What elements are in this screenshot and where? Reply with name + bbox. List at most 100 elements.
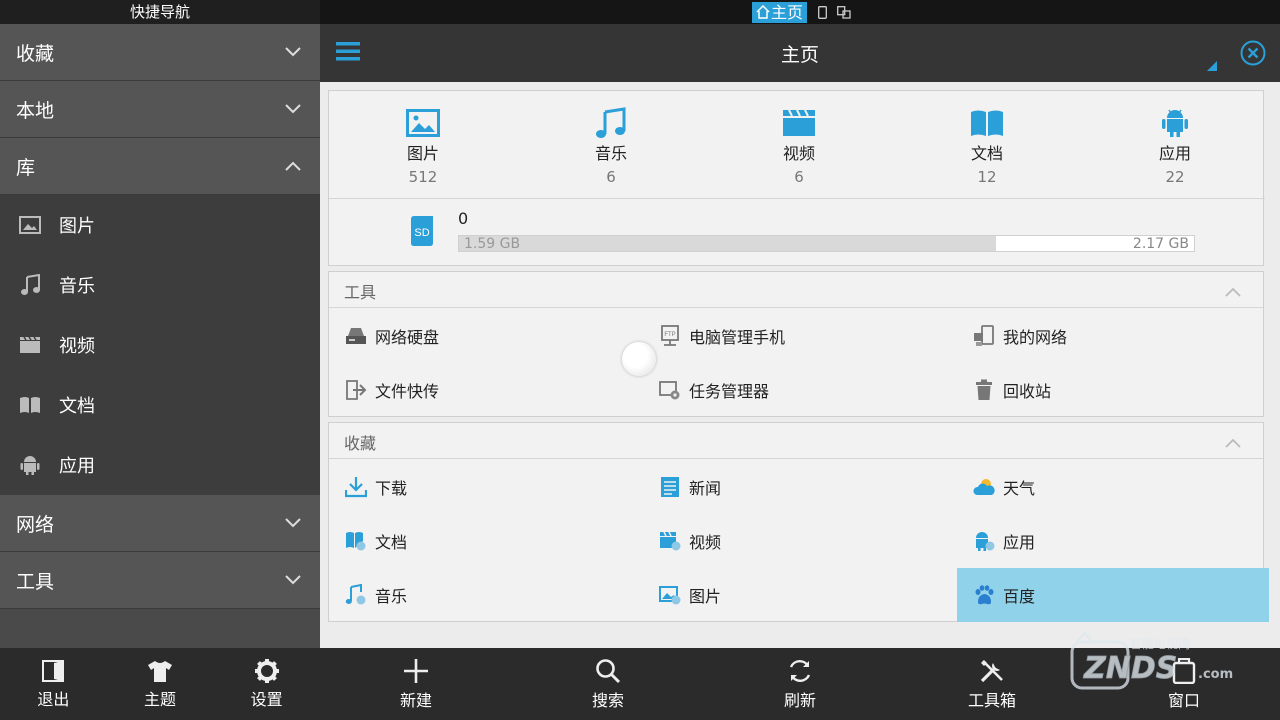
library-item-label: 应用 [1158,144,1191,163]
sidebar-section-tools[interactable]: 工具 [0,552,320,609]
sidebar-section-favorites[interactable]: 收藏 [0,24,320,81]
search-label: 搜索 [591,691,624,710]
chevron-down-icon [282,41,304,63]
znds-watermark-logo: 智能电视网 ZNDS .com [1070,631,1233,690]
sidebar-section-library[interactable]: 库 [0,138,320,195]
file-transfer-icon [345,379,367,401]
refresh-button[interactable]: 刷新 [704,648,896,720]
sidebar-section-label: 收藏 [16,42,55,65]
favorite-pictures[interactable]: 图片 [643,568,955,622]
tool-recycle-bin[interactable]: 回收站 [957,363,1269,417]
status-bar: 主页 [320,0,1280,24]
news-icon [659,476,681,498]
search-button[interactable]: 搜索 [512,648,704,720]
storage-name: 0 [458,209,469,228]
sidebar-section-label: 网络 [16,513,55,536]
loading-spinner [622,342,656,376]
sidebar-title: 快捷导航 [0,0,320,24]
library-item-pictures[interactable]: 图片 512 [363,107,483,189]
favorite-label: 文档 [375,533,408,552]
plus-icon [402,657,430,685]
status-window-switcher: 主页 [752,1,851,23]
close-icon[interactable] [1240,40,1266,66]
theme-label: 主题 [144,690,177,709]
image-icon [18,213,42,237]
favorite-documents[interactable]: 文档 [329,514,641,568]
library-item-documents[interactable]: 文档 12 [927,107,1047,189]
favorite-label: 应用 [1003,533,1036,552]
library-item-count: 12 [977,168,997,186]
chevron-up-icon [1225,433,1243,448]
favorite-video[interactable]: 视频 [643,514,955,568]
storage-row[interactable]: SD 0 1.59 GB 2.17 GB [329,199,1265,266]
refresh-label: 刷新 [783,691,816,710]
sidebar-item-apps[interactable]: 应用 [0,435,320,495]
favorite-baidu[interactable]: 百度 [957,568,1269,622]
status-home-tab[interactable]: 主页 [752,1,808,23]
favorites-card: 收藏 下载 新闻 天气 文档 视频 应用 音乐 图片 百度 [328,422,1269,622]
favorite-music[interactable]: 音乐 [329,568,641,622]
refresh-icon [786,657,814,685]
status-home-label: 主页 [771,2,804,22]
sidebar-item-video[interactable]: 视频 [0,315,320,375]
favorites-title: 收藏 [344,434,377,453]
music-icon [18,273,42,297]
exit-icon [40,658,66,684]
tool-pc-manage-phone[interactable]: FTP 电脑管理手机 [643,309,955,363]
favorite-apps[interactable]: 应用 [957,514,1269,568]
library-item-video[interactable]: 视频 6 [739,107,859,189]
toolbox-label: 工具箱 [967,691,1016,710]
tool-label: 任务管理器 [689,382,770,401]
new-button[interactable]: 新建 [320,648,512,720]
corner-triangle-icon [1207,61,1217,71]
favorite-label: 视频 [689,533,722,552]
multi-window-icon[interactable] [837,4,851,20]
favorite-label: 新闻 [689,479,722,498]
exit-button[interactable]: 退出 [0,648,107,720]
book-web-icon [345,530,367,552]
favorite-weather[interactable]: 天气 [957,460,1269,514]
tool-my-network[interactable]: 我的网络 [957,309,1269,363]
sidebar-library-list: 图片 音乐 视频 文档 应用 [0,195,320,495]
library-item-apps[interactable]: 应用 22 [1115,107,1235,189]
image-web-icon [659,584,681,606]
toolbox-button[interactable]: 工具箱 [896,648,1088,720]
header: 主页 [320,24,1280,82]
favorite-label: 下载 [375,479,408,498]
home-icon [756,5,770,19]
sidebar-section-local[interactable]: 本地 [0,81,320,138]
tool-label: 我的网络 [1003,328,1068,347]
library-item-label: 图片 [406,144,439,163]
favorite-label: 百度 [1003,587,1036,606]
storage-usage-bar: 1.59 GB 2.17 GB [458,235,1195,252]
new-label: 新建 [399,691,432,710]
sidebar-item-documents[interactable]: 文档 [0,375,320,435]
phone-icon[interactable] [815,4,829,20]
tool-task-manager[interactable]: 任务管理器 [643,363,955,417]
chevron-up-icon [1225,282,1243,297]
tool-cloud-drive[interactable]: 网络硬盘 [329,309,641,363]
window-label: 窗口 [1167,691,1200,710]
sidebar-item-music[interactable]: 音乐 [0,255,320,315]
sd-card-icon: SD [409,215,435,247]
favorite-download[interactable]: 下载 [329,460,641,514]
chevron-down-icon [282,98,304,120]
settings-button[interactable]: 设置 [213,648,320,720]
gear-icon [254,658,280,684]
video-web-icon [659,530,681,552]
storage-total: 2.17 GB [1132,236,1189,252]
sidebar-item-label: 应用 [59,456,95,477]
favorite-news[interactable]: 新闻 [643,460,955,514]
tool-file-transfer[interactable]: 文件快传 [329,363,641,417]
tools-header[interactable]: 工具 [329,272,1263,308]
chevron-down-icon [282,512,304,534]
theme-button[interactable]: 主题 [107,648,214,720]
library-item-music[interactable]: 音乐 6 [551,107,671,189]
tools-card: 工具 网络硬盘 FTP 电脑管理手机 我的网络 文件快传 任务管理器 回收站 [328,271,1264,417]
favorites-header[interactable]: 收藏 [329,423,1263,459]
sidebar-section-network[interactable]: 网络 [0,495,320,552]
book-icon [969,107,1005,139]
exit-label: 退出 [37,690,70,709]
sidebar-item-pictures[interactable]: 图片 [0,195,320,255]
favorite-label: 天气 [1003,479,1036,498]
